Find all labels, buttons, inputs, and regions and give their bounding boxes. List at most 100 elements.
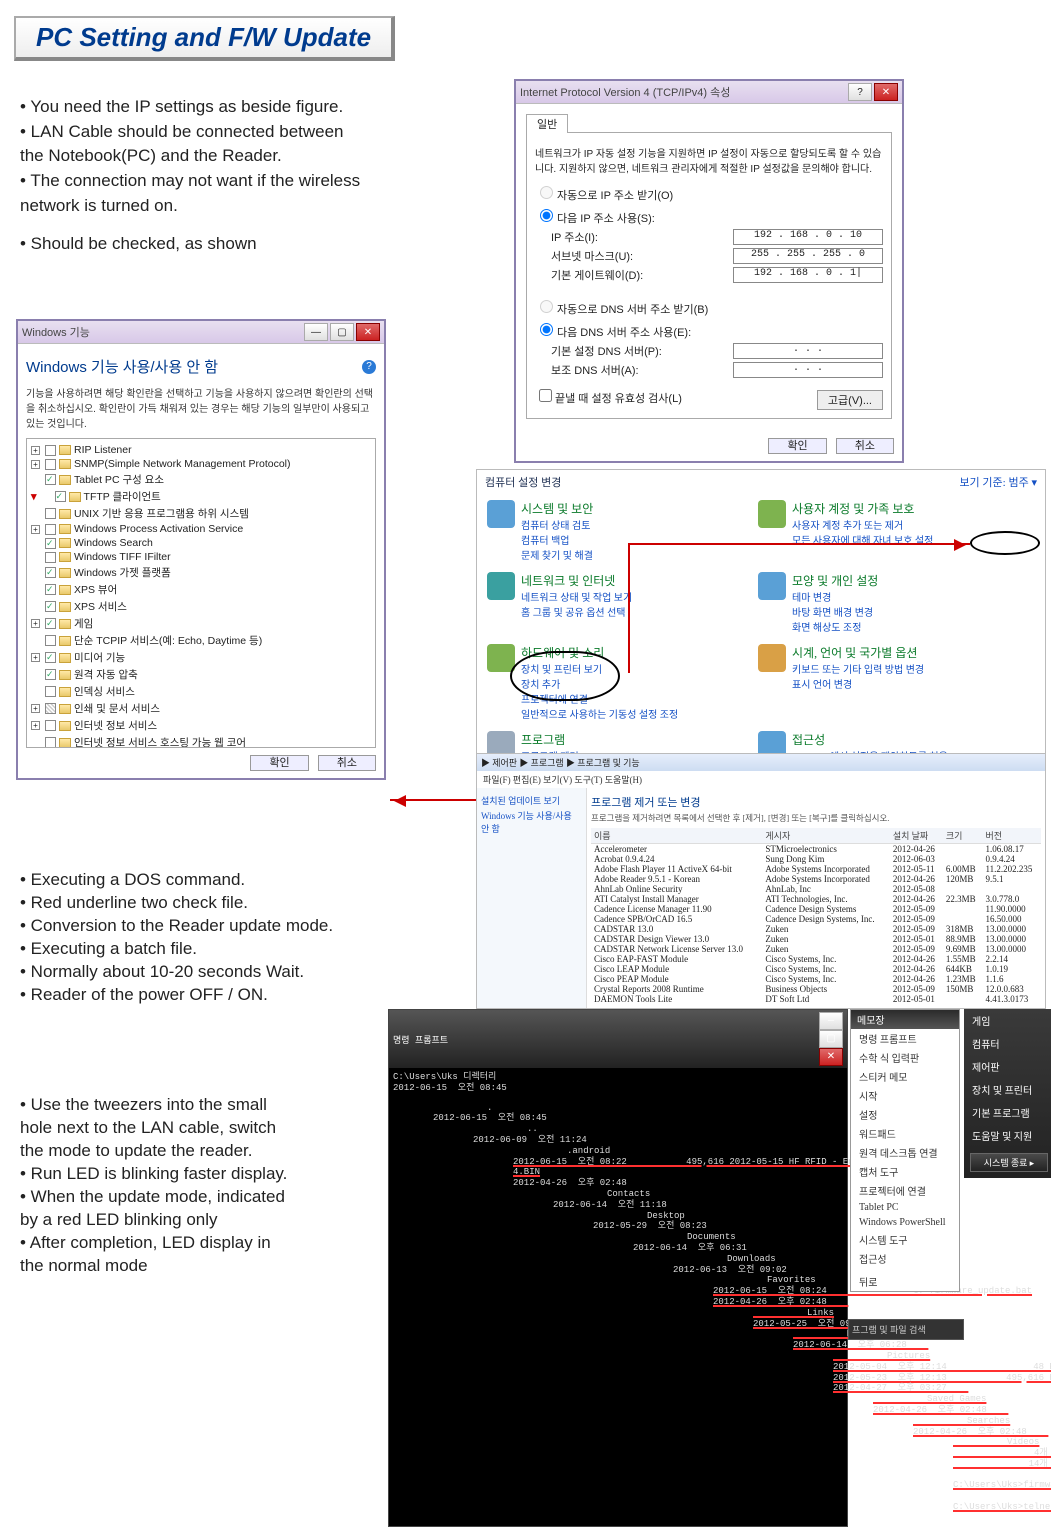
- menu-item[interactable]: 도움말 및 지원: [964, 1124, 1051, 1147]
- feature-item[interactable]: XPS 서비스: [31, 598, 371, 615]
- menu-item[interactable]: 게임: [964, 1009, 1051, 1032]
- table-row[interactable]: CADSTAR Design Viewer 13.0Zuken2012-05-0…: [591, 934, 1041, 944]
- feature-item[interactable]: 단순 TCPIP 서비스(예: Echo, Daytime 등): [31, 632, 371, 649]
- menu-item[interactable]: 캡처 도구: [851, 1162, 959, 1181]
- radio-manual-ip[interactable]: [540, 209, 553, 222]
- programs-table[interactable]: 이름게시자설치 날짜크기버전AccelerometerSTMicroelectr…: [591, 828, 1041, 1004]
- sidebar-link-updates[interactable]: 설치된 업데이트 보기: [481, 794, 582, 807]
- checkbox-icon[interactable]: [45, 445, 56, 456]
- feature-item[interactable]: Windows 가젯 플랫폼: [31, 564, 371, 581]
- checkbox-icon[interactable]: [45, 686, 56, 697]
- table-row[interactable]: Cadence License Manager 11.90Cadence Des…: [591, 904, 1041, 914]
- input-dns1[interactable]: . . .: [733, 343, 883, 359]
- close-icon[interactable]: ✕: [819, 1048, 843, 1066]
- feature-item[interactable]: Windows Search: [31, 536, 371, 550]
- menu-item[interactable]: 프로젝터에 연결: [851, 1181, 959, 1200]
- table-row[interactable]: Adobe Flash Player 11 ActiveX 64-bitAdob…: [591, 864, 1041, 874]
- menu-item[interactable]: 스티커 메모: [851, 1067, 959, 1086]
- col-header[interactable]: 버전: [982, 828, 1041, 844]
- menu-item[interactable]: 제어판: [964, 1055, 1051, 1078]
- start-menu-right[interactable]: 게임컴퓨터제어판장치 및 프린터기본 프로그램도움말 및 지원 시스템 종료 ▸: [964, 1009, 1051, 1178]
- feature-item[interactable]: +게임: [31, 615, 371, 632]
- input-subnet[interactable]: 255 . 255 . 255 . 0: [733, 248, 883, 264]
- checkbox-icon[interactable]: [45, 635, 56, 646]
- menu-item[interactable]: 수학 식 입력판: [851, 1048, 959, 1067]
- chk-validate[interactable]: [539, 389, 552, 402]
- menu-item[interactable]: 명령 프롬프트: [851, 1029, 959, 1048]
- col-header[interactable]: 게시자: [762, 828, 889, 844]
- start-menu-left[interactable]: 메모장 명령 프롬프트수학 식 입력판스티커 메모시작설정워드패드원격 데스크톱…: [850, 1009, 960, 1292]
- feature-item[interactable]: Windows TIFF IFilter: [31, 550, 371, 564]
- minimize-icon[interactable]: —: [819, 1012, 843, 1030]
- checkbox-icon[interactable]: [45, 601, 56, 612]
- checkbox-icon[interactable]: [45, 508, 56, 519]
- col-header[interactable]: 크기: [943, 828, 983, 844]
- table-row[interactable]: CADSTAR 13.0Zuken2012-05-09318MB13.00.00…: [591, 924, 1041, 934]
- menu-item[interactable]: 기본 프로그램: [964, 1101, 1051, 1124]
- feature-item[interactable]: +인쇄 및 문서 서비스: [31, 700, 371, 717]
- checkbox-icon[interactable]: [45, 720, 56, 731]
- feature-item[interactable]: 인터넷 정보 서비스 호스팅 가능 웹 코어: [31, 734, 371, 748]
- breadcrumb[interactable]: ▶ 제어판 ▶ 프로그램 ▶ 프로그램 및 기능: [481, 758, 640, 768]
- feature-item[interactable]: UNIX 기반 응용 프로그램용 하위 시스템: [31, 505, 371, 522]
- input-dns2[interactable]: . . .: [733, 362, 883, 378]
- help-icon[interactable]: ?: [848, 83, 872, 101]
- feature-tree[interactable]: +RIP Listener+SNMP(Simple Network Manage…: [26, 438, 376, 748]
- start-search[interactable]: 프그램 및 파일 검색: [848, 1319, 964, 1340]
- category-item[interactable]: 시계, 언어 및 국가별 옵션키보드 또는 기타 입력 방법 변경표시 언어 변…: [758, 644, 1023, 721]
- table-row[interactable]: Cisco PEAP ModuleCisco Systems, Inc.2012…: [591, 974, 1041, 984]
- maximize-icon[interactable]: ▢: [330, 323, 354, 341]
- checkbox-icon[interactable]: [45, 584, 56, 595]
- checkbox-icon[interactable]: [45, 618, 56, 629]
- radio-manual-dns[interactable]: [540, 323, 553, 336]
- cancel-button[interactable]: 취소: [836, 438, 894, 454]
- menu-item[interactable]: 접근성: [851, 1249, 959, 1268]
- radio-auto-dns[interactable]: [540, 300, 553, 313]
- table-row[interactable]: Acrobat 0.9.4.24Sung Dong Kim2012-06-030…: [591, 854, 1041, 864]
- help-icon[interactable]: ?: [362, 360, 376, 374]
- checkbox-icon[interactable]: [45, 652, 56, 663]
- feature-item[interactable]: ▾TFTP 클라이언트: [31, 488, 371, 505]
- table-row[interactable]: Cadence SPB/OrCAD 16.5Cadence Design Sys…: [591, 914, 1041, 924]
- feature-item[interactable]: XPS 뷰어: [31, 581, 371, 598]
- checkbox-icon[interactable]: [45, 538, 56, 549]
- table-row[interactable]: ATI Catalyst Install ManagerATI Technolo…: [591, 894, 1041, 904]
- menu-item[interactable]: 원격 데스크톱 연결: [851, 1143, 959, 1162]
- checkbox-icon[interactable]: [45, 459, 56, 470]
- menu-item[interactable]: 뒤로: [851, 1272, 959, 1291]
- pinned-app[interactable]: 메모장: [851, 1010, 959, 1029]
- maximize-icon[interactable]: ▢: [819, 1030, 843, 1048]
- input-ip[interactable]: 192 . 168 . 0 . 10: [733, 229, 883, 245]
- advanced-button[interactable]: 고급(V)...: [817, 390, 883, 410]
- menu-item[interactable]: 워드패드: [851, 1124, 959, 1143]
- menubar[interactable]: 파일(F) 편집(E) 보기(V) 도구(T) 도움말(H): [477, 771, 1045, 788]
- ok-button[interactable]: 확인: [250, 755, 308, 771]
- category-item[interactable]: 네트워크 및 인터넷네트워크 상태 및 작업 보기홈 그룹 및 공유 옵션 선택: [487, 572, 752, 634]
- feature-item[interactable]: +SNMP(Simple Network Management Protocol…: [31, 457, 371, 471]
- table-row[interactable]: Adobe Reader 9.5.1 - KoreanAdobe Systems…: [591, 874, 1041, 884]
- menu-item[interactable]: Windows PowerShell: [851, 1215, 959, 1230]
- menu-item[interactable]: 시스템 도구: [851, 1230, 959, 1249]
- checkbox-icon[interactable]: [45, 524, 56, 535]
- col-header[interactable]: 이름: [591, 828, 762, 844]
- feature-item[interactable]: +RIP Listener: [31, 443, 371, 457]
- table-row[interactable]: AhnLab Online SecurityAhnLab, Inc2012-05…: [591, 884, 1041, 894]
- feature-item[interactable]: +Windows Process Activation Service: [31, 522, 371, 536]
- feature-item[interactable]: +미디어 기능: [31, 649, 371, 666]
- table-row[interactable]: Cisco EAP-FAST ModuleCisco Systems, Inc.…: [591, 954, 1041, 964]
- feature-item[interactable]: +인터넷 정보 서비스: [31, 717, 371, 734]
- close-icon[interactable]: ✕: [874, 83, 898, 101]
- checkbox-icon[interactable]: [45, 669, 56, 680]
- feature-item[interactable]: Tablet PC 구성 요소: [31, 471, 371, 488]
- table-row[interactable]: AccelerometerSTMicroelectronics2012-04-2…: [591, 844, 1041, 855]
- menu-item[interactable]: 장치 및 프린터: [964, 1078, 1051, 1101]
- table-row[interactable]: Crystal Reports 2008 RuntimeBusiness Obj…: [591, 984, 1041, 994]
- feature-item[interactable]: 원격 자동 압축: [31, 666, 371, 683]
- table-row[interactable]: DAEMON Tools LiteDT Soft Ltd2012-05-014.…: [591, 994, 1041, 1004]
- tab-general[interactable]: 일반: [526, 114, 568, 133]
- radio-auto-ip[interactable]: [540, 186, 553, 199]
- checkbox-icon[interactable]: [45, 567, 56, 578]
- minimize-icon[interactable]: —: [304, 323, 328, 341]
- table-row[interactable]: CADSTAR Network License Server 13.0Zuken…: [591, 944, 1041, 954]
- menu-item[interactable]: 컴퓨터: [964, 1032, 1051, 1055]
